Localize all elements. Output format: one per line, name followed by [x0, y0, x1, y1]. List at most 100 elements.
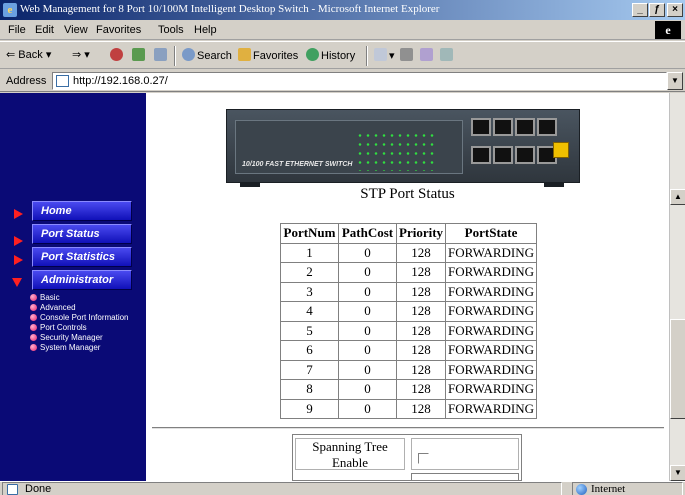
page-icon	[56, 75, 69, 87]
table-row: 8 0 128 FORWARDING	[280, 379, 538, 400]
cell-pathcost: 0	[338, 301, 397, 322]
nav-sublink-console-port-information[interactable]: Console Port Information	[30, 313, 129, 322]
menu-view[interactable]: View	[64, 24, 88, 36]
print-button[interactable]	[400, 48, 415, 62]
minimize-button[interactable]: _	[632, 3, 648, 17]
cell-portstate: FORWARDING	[445, 340, 538, 361]
status-bar: Done Internet	[0, 481, 685, 495]
cell-portnum: 3	[280, 281, 339, 302]
cell-portstate: FORWARDING	[445, 320, 538, 341]
table-row: 7 0 128 FORWARDING	[280, 359, 538, 380]
status-text-panel: Done	[2, 482, 562, 495]
back-arrow-icon: ⇐	[6, 49, 16, 61]
cell-portstate: FORWARDING	[445, 379, 538, 400]
close-button[interactable]: ×	[667, 3, 683, 17]
back-button[interactable]: ⇐ Back ▾	[6, 48, 51, 61]
column-header-priority: Priority	[395, 223, 447, 244]
edit-button[interactable]	[420, 48, 435, 62]
cell-pathcost: 0	[338, 281, 397, 302]
nav-sublink-security-manager[interactable]: Security Manager	[30, 333, 103, 342]
scroll-up-button[interactable]: ▲	[670, 189, 685, 205]
home-button[interactable]	[154, 48, 169, 62]
cell-priority: 128	[395, 340, 447, 361]
bullet-icon	[30, 304, 37, 311]
history-label: History	[321, 50, 356, 62]
rj45-port-5	[515, 118, 535, 136]
bullet-icon	[30, 344, 37, 351]
nav-port-status[interactable]: Port Status	[32, 224, 132, 244]
scrollbar-thumb[interactable]	[670, 319, 685, 419]
nav-sublink-label: Security Manager	[40, 333, 103, 342]
stp-port-status-table: PortNum PathCost Priority PortState 1 0 12…	[280, 223, 538, 419]
nav-sublink-advanced[interactable]: Advanced	[30, 303, 76, 312]
menu-file[interactable]: File	[8, 24, 26, 36]
history-button[interactable]: History	[306, 48, 355, 62]
bullet-icon	[30, 324, 37, 331]
cell-portstate: FORWARDING	[445, 262, 538, 283]
forward-button[interactable]: ⇒ ▾	[72, 48, 90, 61]
mail-button[interactable]: ▾	[374, 48, 395, 62]
stop-button[interactable]	[110, 48, 125, 62]
search-label: Search	[197, 50, 232, 62]
nav-administrator[interactable]: Administrator	[32, 270, 132, 290]
nav-home[interactable]: Home	[32, 201, 132, 221]
cell-portnum: 2	[280, 262, 339, 283]
window-title: Web Management for 8 Port 10/100M Intell…	[20, 3, 440, 15]
table-header-row: PortNum PathCost Priority PortState	[280, 223, 538, 244]
ie-app-icon: e	[3, 3, 17, 17]
nav-sublink-port-controls[interactable]: Port Controls	[30, 323, 87, 332]
nav-sublink-basic[interactable]: Basic	[30, 293, 60, 302]
favorites-button[interactable]: Favorites	[238, 48, 298, 62]
nav-port-statistics[interactable]: Port Statistics	[32, 247, 132, 267]
cell-portstate: FORWARDING	[445, 242, 538, 263]
favorites-icon	[238, 48, 251, 61]
cell-portnum: 7	[280, 359, 339, 380]
search-button[interactable]: Search	[182, 48, 232, 62]
favorites-label: Favorites	[253, 50, 299, 62]
menu-tools[interactable]: Tools	[158, 24, 184, 36]
search-icon	[182, 48, 195, 61]
cell-pathcost: 0	[338, 359, 397, 380]
nav-sublink-system-manager[interactable]: System Manager	[30, 343, 100, 352]
cell-portstate: FORWARDING	[445, 359, 538, 380]
table-row: 1 0 128 FORWARDING	[280, 242, 538, 263]
security-zone-label: Internet	[591, 483, 626, 495]
cell-priority: 128	[395, 359, 447, 380]
address-input[interactable]: http://192.168.0.27/	[52, 72, 667, 90]
discuss-button[interactable]	[440, 48, 455, 62]
address-dropdown-button[interactable]: ▼	[667, 72, 683, 90]
mail-icon	[374, 48, 387, 61]
rj45-port-4	[493, 146, 513, 164]
scroll-down-button[interactable]: ▼	[670, 465, 685, 481]
spanning-tree-enable-checkbox[interactable]	[418, 453, 429, 464]
menu-edit[interactable]: Edit	[35, 24, 54, 36]
column-header-pathcost: PathCost	[338, 223, 397, 244]
rj45-port-2	[471, 146, 491, 164]
nav-arrow-icon	[14, 209, 23, 219]
switch-model-label: 10/100 FAST ETHERNET SWITCH	[242, 161, 353, 168]
maximize-button[interactable]: ƒ	[649, 3, 665, 17]
spanning-tree-checkbox-cell	[411, 438, 519, 470]
cell-pathcost: 0	[338, 340, 397, 361]
switch-device-image: 10/100 FAST ETHERNET SWITCH	[226, 109, 580, 183]
page-title: STP Port Status	[360, 186, 455, 202]
nav-arrow-icon	[14, 255, 23, 265]
menu-favorites[interactable]: Favorites	[96, 24, 141, 36]
refresh-button[interactable]	[132, 48, 147, 62]
nav-sublink-label: Port Controls	[40, 323, 87, 332]
menu-help[interactable]: Help	[194, 24, 217, 36]
column-header-portnum: PortNum	[280, 223, 339, 244]
vertical-scrollbar[interactable]: ▲ ▼	[669, 93, 685, 481]
address-label: Address	[6, 75, 47, 87]
nav-sublink-label: System Manager	[40, 343, 101, 352]
bullet-icon	[30, 294, 37, 301]
cell-priority: 128	[395, 242, 447, 263]
table-row: 6 0 128 FORWARDING	[280, 340, 538, 361]
cell-pathcost: 0	[338, 262, 397, 283]
edit-icon	[420, 48, 433, 61]
back-dropdown-icon[interactable]: ▾	[46, 49, 52, 61]
left-navigation: Home Port Status Port Statistics Adminis…	[0, 93, 146, 481]
horizontal-rule	[152, 427, 664, 429]
main-content: 10/100 FAST ETHERNET SWITCH STP Port Sta…	[146, 93, 669, 481]
nav-sublink-label: Advanced	[40, 303, 76, 312]
